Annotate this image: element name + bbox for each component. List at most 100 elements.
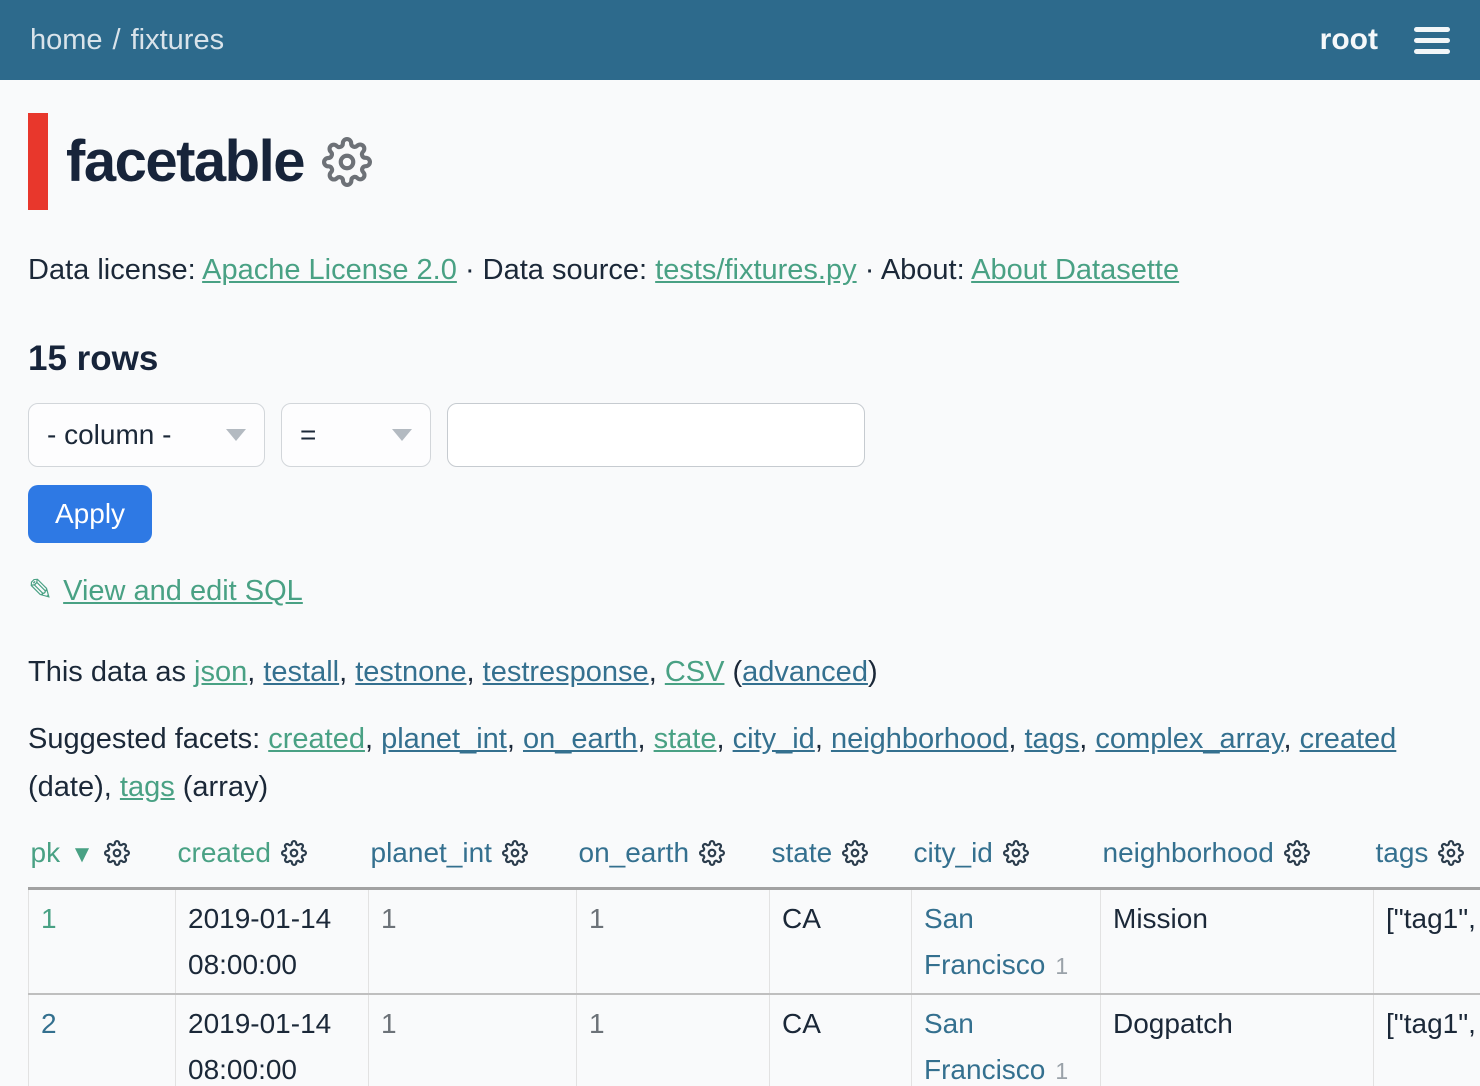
title-accent-bar (28, 113, 48, 210)
column-gear-icon[interactable] (1438, 840, 1464, 873)
metadata-line: Data license: Apache License 2.0 · Data … (28, 254, 1452, 287)
cell-on_earth: 1 (577, 994, 770, 1086)
export-prefix: This data as (28, 656, 194, 688)
breadcrumb-separator: / (113, 24, 121, 56)
chevron-down-icon (392, 429, 412, 441)
column-header-planet_int: planet_int (369, 837, 577, 889)
main-content: facetable Data license: Apache License 2… (0, 113, 1480, 1086)
column-sort-link[interactable]: tags (1376, 837, 1429, 868)
row-count-heading: 15 rows (28, 339, 1452, 379)
export-testnone-link[interactable]: testnone (355, 656, 466, 688)
column-gear-icon[interactable] (1284, 840, 1310, 873)
cell-tags: ["tag1", "tag2"] (1374, 889, 1480, 995)
column-sort-link[interactable]: pk (31, 837, 61, 868)
facet-created-link[interactable]: created (1300, 723, 1397, 755)
facet-planet_int-link[interactable]: planet_int (381, 723, 507, 755)
view-edit-sql-link[interactable]: View and edit SQL (63, 575, 303, 607)
facet-neighborhood-link[interactable]: neighborhood (831, 723, 1008, 755)
column-sort-link[interactable]: planet_int (371, 837, 492, 868)
cell-city_id: San Francisco 1 (912, 994, 1101, 1086)
column-gear-icon[interactable] (1003, 840, 1029, 873)
column-header-neighborhood: neighborhood (1101, 837, 1374, 889)
cell-created: 2019-01-14 08:00:00 (176, 889, 369, 995)
cell-neighborhood: Dogpatch (1101, 994, 1374, 1086)
facet-tags-link[interactable]: tags (120, 771, 175, 803)
export-testall-link[interactable]: testall (263, 656, 339, 688)
export-advanced-link[interactable]: advanced (742, 656, 868, 688)
filter-controls: - column - = (28, 403, 1452, 467)
user-root-link[interactable]: root (1320, 23, 1378, 57)
column-gear-icon[interactable] (699, 840, 725, 873)
column-sort-link[interactable]: city_id (914, 837, 993, 868)
column-sort-link[interactable]: state (772, 837, 833, 868)
export-CSV-link[interactable]: CSV (665, 656, 725, 688)
sort-desc-triangle-icon: ▼ (70, 841, 94, 868)
column-header-on_earth: on_earth (577, 837, 770, 889)
hamburger-menu-icon[interactable] (1414, 27, 1450, 54)
facet-city_id-link[interactable]: city_id (733, 723, 815, 755)
city-raw-id: 1 (1055, 1058, 1068, 1084)
source-label: Data source: (483, 254, 647, 286)
column-header-tags: tags (1374, 837, 1480, 889)
column-sort-link[interactable]: neighborhood (1103, 837, 1274, 868)
table-row: 22019-01-14 08:00:0011CASan Francisco1Do… (29, 994, 1480, 1086)
sql-edit-line: ✎ View and edit SQL (28, 573, 1452, 608)
column-header-created: created (176, 837, 369, 889)
facets-prefix: Suggested facets: (28, 723, 268, 755)
breadcrumb-home-link[interactable]: home (30, 24, 103, 56)
column-sort-link[interactable]: on_earth (579, 837, 690, 868)
column-header-state: state (770, 837, 912, 889)
about-link[interactable]: About Datasette (971, 254, 1179, 286)
facet-on_earth-link[interactable]: on_earth (523, 723, 638, 755)
table-settings-gear-icon[interactable] (322, 137, 372, 187)
cell-neighborhood: Mission (1101, 889, 1374, 995)
filter-operator-select[interactable]: = (281, 403, 431, 467)
city-raw-id: 1 (1055, 953, 1068, 979)
column-header-pk: pk ▼ (29, 837, 176, 889)
column-gear-icon[interactable] (104, 840, 130, 873)
cell-tags: ["tag1", "tag3"] (1374, 994, 1480, 1086)
cell-planet_int: 1 (369, 994, 577, 1086)
row-pk-link[interactable]: 2 (41, 1008, 57, 1039)
title-block: facetable (28, 113, 1452, 210)
table-header-row: pk ▼ created planet_int on_earth state city_id… (29, 837, 1480, 889)
pencil-icon: ✎ (28, 574, 53, 607)
export-line: This data as json, testall, testnone, te… (28, 656, 1452, 689)
chevron-down-icon (226, 429, 246, 441)
source-link[interactable]: tests/fixtures.py (655, 254, 856, 286)
facet-complex_array-link[interactable]: complex_array (1095, 723, 1283, 755)
apply-button[interactable]: Apply (28, 485, 152, 543)
row-pk-link[interactable]: 1 (41, 903, 57, 934)
top-nav-bar: home / fixtures root (0, 0, 1480, 80)
data-table: pk ▼ created planet_int on_earth state city_id… (28, 837, 1480, 1086)
filter-value-input[interactable] (447, 403, 865, 467)
breadcrumb: home / fixtures (30, 24, 224, 57)
column-gear-icon[interactable] (502, 840, 528, 873)
column-header-city_id: city_id (912, 837, 1101, 889)
export-testresponse-link[interactable]: testresponse (483, 656, 649, 688)
cell-created: 2019-01-14 08:00:00 (176, 994, 369, 1086)
column-gear-icon[interactable] (842, 840, 868, 873)
city-link[interactable]: San Francisco (924, 1008, 1045, 1085)
cell-state: CA (770, 889, 912, 995)
table-row: 12019-01-14 08:00:0011CASan Francisco1Mi… (29, 889, 1480, 995)
export-json-link[interactable]: json (194, 656, 247, 688)
filter-column-select[interactable]: - column - (28, 403, 265, 467)
facet-tags-link[interactable]: tags (1024, 723, 1079, 755)
city-link[interactable]: San Francisco (924, 903, 1045, 980)
column-gear-icon[interactable] (281, 840, 307, 873)
facet-state-link[interactable]: state (654, 723, 717, 755)
license-link[interactable]: Apache License 2.0 (202, 254, 457, 286)
about-label: About: (881, 254, 965, 286)
cell-planet_int: 1 (369, 889, 577, 995)
suggested-facets-line: Suggested facets: created, planet_int, o… (28, 715, 1452, 811)
facet-created-link[interactable]: created (268, 723, 365, 755)
column-sort-link[interactable]: created (178, 837, 271, 868)
cell-pk: 2 (29, 994, 176, 1086)
cell-state: CA (770, 994, 912, 1086)
license-label: Data license: (28, 254, 196, 286)
cell-on_earth: 1 (577, 889, 770, 995)
breadcrumb-fixtures-link[interactable]: fixtures (131, 24, 224, 56)
page-title: facetable (66, 128, 304, 195)
cell-pk: 1 (29, 889, 176, 995)
